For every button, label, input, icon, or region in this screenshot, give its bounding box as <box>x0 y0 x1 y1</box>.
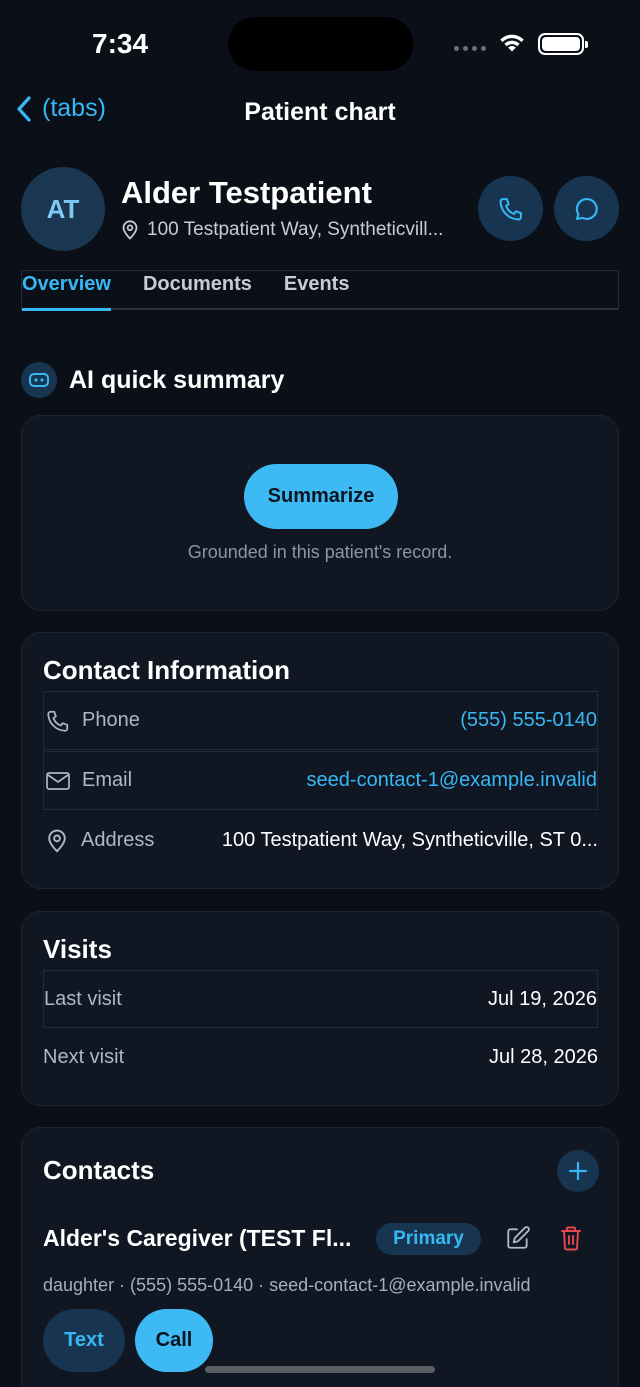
phone-row: Phone (555) 555-0140 <box>43 691 598 750</box>
primary-badge: Primary <box>376 1223 481 1255</box>
phone-label: Phone <box>82 709 140 731</box>
summarize-button[interactable]: Summarize <box>244 464 398 529</box>
status-time: 7:34 <box>92 28 149 59</box>
ai-summary-title: AI quick summary <box>69 365 285 394</box>
contact-meta: daughter · (555) 555-0140 · seed-contact… <box>43 1275 531 1295</box>
avatar: AT <box>21 167 105 251</box>
wifi-icon <box>500 34 524 52</box>
contacts-title: Contacts <box>43 1155 155 1185</box>
next-visit-value: Jul 28, 2026 <box>489 1045 598 1068</box>
status-bar: 7:34 <box>0 0 640 90</box>
tab-bar: Overview Documents Events <box>21 270 619 311</box>
location-pin-icon <box>122 220 138 240</box>
patient-name: Alder Testpatient <box>121 175 372 210</box>
address-row: Address 100 Testpatient Way, Syntheticvi… <box>43 811 598 870</box>
summary-note: Grounded in this patient's record. <box>187 542 453 562</box>
last-visit-row: Last visit Jul 19, 2026 <box>43 970 598 1028</box>
robot-icon <box>21 362 57 398</box>
patient-address-text: 100 Testpatient Way, Syntheticvill... <box>147 219 444 240</box>
trash-icon <box>561 1226 581 1251</box>
contact-information-card: Contact Information Phone (555) 555-0140… <box>21 632 619 889</box>
cellular-signal-icon <box>454 46 486 51</box>
battery-icon <box>538 33 588 55</box>
email-link[interactable]: seed-contact-1@example.invalid <box>307 769 597 792</box>
email-row: Email seed-contact-1@example.invalid <box>43 751 598 810</box>
last-visit-label: Last visit <box>44 987 122 1010</box>
plus-icon <box>568 1161 588 1181</box>
location-pin-icon <box>43 829 71 853</box>
tab-documents[interactable]: Documents <box>143 271 252 309</box>
add-contact-button[interactable] <box>557 1150 599 1192</box>
contact-information-title: Contact Information <box>43 655 290 685</box>
ai-summary-card: Summarize Grounded in this patient's rec… <box>21 415 619 611</box>
address-value: 100 Testpatient Way, Syntheticville, ST … <box>221 829 598 851</box>
ai-summary-header: AI quick summary <box>21 362 284 398</box>
mail-icon <box>44 770 72 792</box>
dynamic-island <box>228 17 413 71</box>
patient-address: 100 Testpatient Way, Syntheticvill... <box>121 219 443 241</box>
text-contact-button[interactable]: Text <box>43 1309 125 1372</box>
tab-overview[interactable]: Overview <box>22 271 111 311</box>
navigation-bar: (tabs) Patient chart <box>0 88 640 138</box>
last-visit-value: Jul 19, 2026 <box>488 987 597 1010</box>
call-contact-button[interactable]: Call <box>135 1309 213 1372</box>
visits-card: Visits Last visit Jul 19, 2026 Next visi… <box>21 911 619 1106</box>
contacts-card: Contacts Alder's Caregiver (TEST Fl... P… <box>21 1127 619 1387</box>
phone-icon <box>44 708 72 734</box>
next-visit-row: Next visit Jul 28, 2026 <box>43 1028 598 1086</box>
visits-title: Visits <box>43 934 112 964</box>
page-title: Patient chart <box>244 98 396 126</box>
phone-icon <box>499 197 522 220</box>
chat-bubble-icon <box>575 197 598 220</box>
message-patient-button[interactable] <box>554 176 619 241</box>
tab-events[interactable]: Events <box>284 271 350 309</box>
next-visit-label: Next visit <box>43 1045 125 1068</box>
call-patient-button[interactable] <box>478 176 543 241</box>
phone-link[interactable]: (555) 555-0140 <box>460 709 597 732</box>
home-indicator <box>205 1366 435 1373</box>
delete-contact-button[interactable] <box>559 1225 583 1256</box>
edit-icon <box>507 1226 530 1249</box>
edit-contact-button[interactable] <box>505 1225 531 1256</box>
contact-name: Alder's Caregiver (TEST Fl... <box>43 1225 352 1251</box>
email-label: Email <box>82 769 133 791</box>
address-label: Address <box>81 829 155 851</box>
